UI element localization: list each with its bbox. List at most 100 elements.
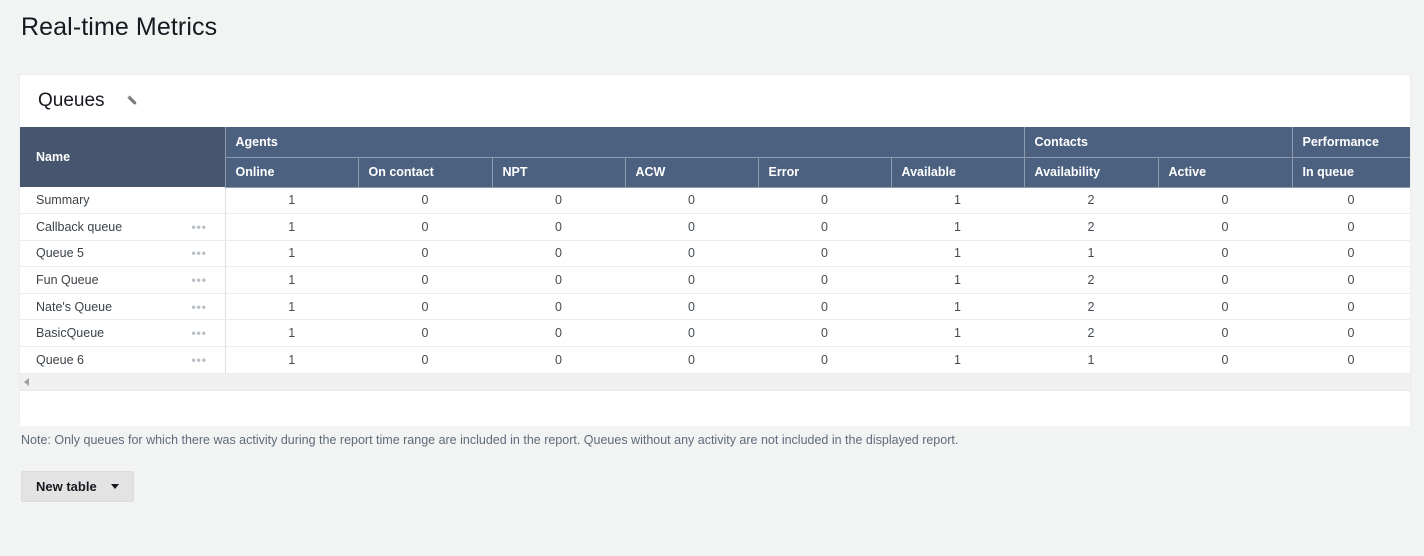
column-header-name[interactable]: Name — [20, 127, 225, 187]
metric-cell: 0 — [1292, 267, 1410, 294]
metric-cell: 1 — [225, 347, 358, 374]
metric-cell: 0 — [492, 214, 625, 241]
row-overflow-menu-icon[interactable]: ••• — [191, 353, 206, 366]
queues-card-inner: Queues — [20, 75, 1410, 421]
metric-cell: 0 — [492, 320, 625, 347]
metric-cell: 0 — [625, 214, 758, 241]
column-header-online[interactable]: Online — [225, 157, 358, 187]
metric-cell: 0 — [758, 293, 891, 320]
metric-cell: 1 — [225, 240, 358, 267]
metric-cell: 0 — [625, 320, 758, 347]
new-table-button-label: New table — [36, 479, 97, 494]
metric-cell: 1 — [1024, 347, 1158, 374]
metric-cell: 1 — [891, 320, 1024, 347]
metric-cell: 0 — [758, 214, 891, 241]
metric-cell: 0 — [1292, 240, 1410, 267]
queue-name-label: Fun Queue — [36, 273, 99, 287]
queue-name-label: Queue 6 — [36, 353, 84, 367]
metric-cell: 0 — [492, 240, 625, 267]
realtime-metrics-page: Real-time Metrics Queues — [0, 0, 1424, 556]
metric-cell: 2 — [1024, 293, 1158, 320]
metric-cell: 2 — [1024, 214, 1158, 241]
pencil-icon[interactable] — [123, 92, 141, 110]
table-row: Queue 5•••100001100 — [20, 240, 1410, 267]
table-row: BasicQueue•••100001200 — [20, 320, 1410, 347]
scroll-left-arrow-icon[interactable] — [24, 378, 29, 386]
queue-name-label: BasicQueue — [36, 326, 104, 340]
metric-cell: 0 — [1158, 293, 1292, 320]
card-header: Queues — [20, 75, 1410, 127]
metric-cell: 0 — [358, 187, 492, 214]
new-table-button[interactable]: New table — [21, 471, 134, 502]
metrics-table-wrap: Name Agents Contacts Performance Online … — [20, 127, 1410, 374]
metric-cell: 0 — [758, 320, 891, 347]
metric-cell: 0 — [1158, 214, 1292, 241]
metric-cell: 0 — [1292, 214, 1410, 241]
metric-cell: 0 — [492, 293, 625, 320]
metric-cell: 1 — [891, 240, 1024, 267]
metric-cell: 1 — [225, 293, 358, 320]
row-overflow-menu-icon[interactable]: ••• — [191, 300, 206, 313]
metric-cell: 1 — [891, 347, 1024, 374]
table-row: Queue 6•••100001100 — [20, 347, 1410, 374]
metric-cell: 0 — [492, 187, 625, 214]
metric-cell: 1 — [1024, 240, 1158, 267]
metric-cell: 1 — [891, 214, 1024, 241]
column-header-availability[interactable]: Availability — [1024, 157, 1158, 187]
group-header-agents: Agents — [225, 127, 1024, 157]
column-header-npt[interactable]: NPT — [492, 157, 625, 187]
metric-cell: 1 — [225, 187, 358, 214]
column-header-in-queue[interactable]: In queue — [1292, 157, 1410, 187]
column-header-error[interactable]: Error — [758, 157, 891, 187]
group-header-row: Name Agents Contacts Performance — [20, 127, 1410, 157]
metric-cell: 0 — [358, 267, 492, 294]
metric-cell: 0 — [1158, 187, 1292, 214]
metric-cell: 1 — [225, 320, 358, 347]
metric-cell: 0 — [758, 267, 891, 294]
metric-cell: 1 — [225, 267, 358, 294]
row-overflow-menu-icon[interactable]: ••• — [191, 247, 206, 260]
column-header-active[interactable]: Active — [1158, 157, 1292, 187]
metric-cell: 0 — [492, 347, 625, 374]
card-title: Queues — [38, 90, 105, 112]
metric-cell: 0 — [1158, 347, 1292, 374]
metric-cell: 0 — [625, 187, 758, 214]
table-row: Nate's Queue•••100001200 — [20, 293, 1410, 320]
queue-name-cell: Summary — [20, 187, 225, 214]
column-header-available[interactable]: Available — [891, 157, 1024, 187]
queue-name-label: Queue 5 — [36, 246, 84, 260]
group-header-performance: Performance — [1292, 127, 1410, 157]
queues-card: Queues — [20, 75, 1410, 421]
group-header-contacts: Contacts — [1024, 127, 1292, 157]
metric-cell: 0 — [1292, 187, 1410, 214]
queues-metrics-table: Name Agents Contacts Performance Online … — [20, 127, 1410, 374]
metric-cell: 0 — [1292, 293, 1410, 320]
metric-cell: 1 — [225, 214, 358, 241]
queue-name-label: Nate's Queue — [36, 300, 112, 314]
metric-cell: 0 — [625, 240, 758, 267]
card-bottom-padding — [20, 391, 1410, 426]
row-overflow-menu-icon[interactable]: ••• — [191, 274, 206, 287]
table-head: Name Agents Contacts Performance Online … — [20, 127, 1410, 187]
metric-cell: 0 — [358, 347, 492, 374]
row-overflow-menu-icon[interactable]: ••• — [191, 327, 206, 340]
metric-cell: 0 — [358, 320, 492, 347]
metric-cell: 0 — [758, 187, 891, 214]
metric-cell: 0 — [758, 347, 891, 374]
sub-header-row: Online On contact NPT ACW Error Availabl… — [20, 157, 1410, 187]
horizontal-scrollbar[interactable] — [20, 374, 1410, 391]
queue-name-cell: Queue 5 ••• — [20, 240, 225, 267]
page-title: Real-time Metrics — [21, 11, 217, 43]
column-header-on-contact[interactable]: On contact — [358, 157, 492, 187]
metric-cell: 0 — [1158, 240, 1292, 267]
row-overflow-menu-icon[interactable]: ••• — [191, 220, 206, 233]
metric-cell: 1 — [891, 293, 1024, 320]
metric-cell: 1 — [891, 267, 1024, 294]
report-note: Note: Only queues for which there was ac… — [21, 432, 958, 448]
metric-cell: 0 — [1158, 320, 1292, 347]
table-row: Summary100001200 — [20, 187, 1410, 214]
metric-cell: 0 — [1292, 320, 1410, 347]
queue-name-cell: Nate's Queue ••• — [20, 293, 225, 320]
column-header-acw[interactable]: ACW — [625, 157, 758, 187]
metric-cell: 0 — [358, 240, 492, 267]
